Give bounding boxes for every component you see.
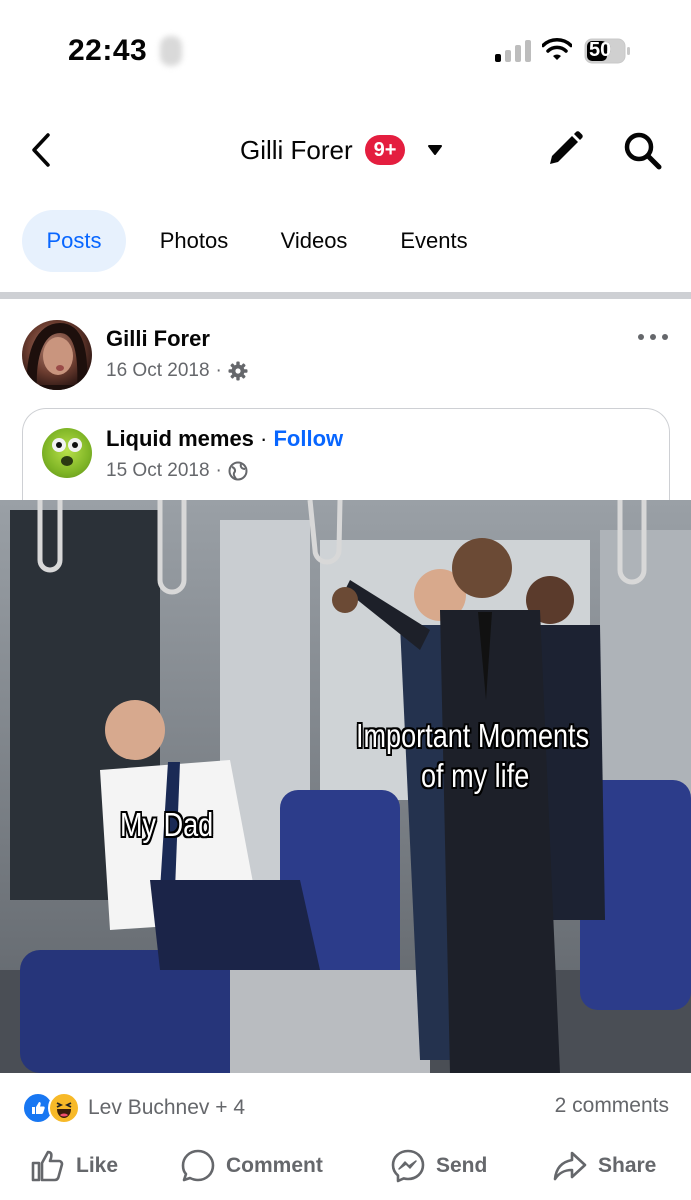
like-button[interactable]: Like [30, 1148, 118, 1184]
section-divider [0, 292, 691, 299]
meme-image[interactable]: My Dad Important Moments of my life [0, 500, 691, 1073]
tab-videos[interactable]: Videos [262, 210, 366, 272]
name-follow-separator: · [253, 426, 274, 451]
comment-count[interactable]: 2 comments [555, 1094, 669, 1118]
send-button[interactable]: Send [390, 1148, 487, 1184]
shared-post-meta: 15 Oct 2018 · [106, 460, 248, 482]
post-meta: 16 Oct 2018 · [106, 360, 248, 382]
share-label: Share [598, 1154, 657, 1177]
post-action-bar: Like Comment Send Share [0, 1148, 691, 1188]
meta-separator: · [215, 360, 222, 381]
thumbs-up-icon [31, 1150, 64, 1182]
meme-caption-right-1: Important Moments [356, 717, 590, 754]
chevron-down-icon [428, 145, 443, 155]
profile-tabs: Posts Photos Videos Events [22, 210, 502, 272]
share-arrow-icon [553, 1151, 587, 1181]
meme-caption-right-2: of my life [421, 757, 530, 794]
status-time: 22:43 [68, 34, 148, 67]
battery-level: 50 [589, 39, 612, 61]
haha-reaction-icon [48, 1092, 80, 1124]
tab-posts[interactable]: Posts [22, 210, 126, 272]
like-label: Like [76, 1154, 119, 1177]
author-avatar[interactable] [22, 320, 92, 390]
shared-page-name[interactable]: Liquid memes [106, 426, 254, 452]
post-author-name[interactable]: Gilli Forer [106, 326, 210, 352]
follow-button[interactable]: Follow [273, 426, 343, 452]
notification-badge: 9+ [364, 135, 406, 165]
send-label: Send [436, 1154, 488, 1177]
meta-separator: · [215, 460, 222, 481]
cellular-signal-icon [495, 40, 531, 62]
comment-label: Comment [226, 1154, 323, 1177]
search-icon[interactable] [622, 130, 662, 170]
blurred-status-area [160, 36, 182, 66]
shared-post-date[interactable]: 15 Oct 2018 [106, 460, 210, 482]
page-title: Gilli Forer [240, 134, 353, 165]
shared-page-avatar[interactable] [42, 428, 92, 478]
more-options-icon[interactable] [636, 330, 670, 344]
settings-gear-icon [228, 361, 248, 381]
header-title-group[interactable]: Gilli Forer 9+ [240, 130, 443, 170]
shared-page-row: Liquid memes · Follow [106, 426, 343, 452]
reaction-summary[interactable]: Lev Buchnev + 4 [22, 1092, 245, 1124]
tab-photos[interactable]: Photos [142, 210, 246, 272]
reaction-names: Lev Buchnev + 4 [88, 1096, 246, 1119]
comment-bubble-icon [181, 1149, 215, 1182]
battery-icon: 50 [584, 38, 632, 64]
share-button[interactable]: Share [552, 1148, 656, 1184]
post-date[interactable]: 16 Oct 2018 [106, 360, 210, 382]
globe-icon [228, 461, 248, 481]
back-arrow-icon[interactable] [28, 132, 54, 168]
tab-events[interactable]: Events [382, 210, 486, 272]
messenger-icon [391, 1149, 425, 1183]
comment-button[interactable]: Comment [180, 1148, 323, 1184]
wifi-icon [542, 38, 572, 60]
meme-caption-left: My Dad [120, 806, 214, 843]
pencil-icon[interactable] [546, 130, 584, 168]
